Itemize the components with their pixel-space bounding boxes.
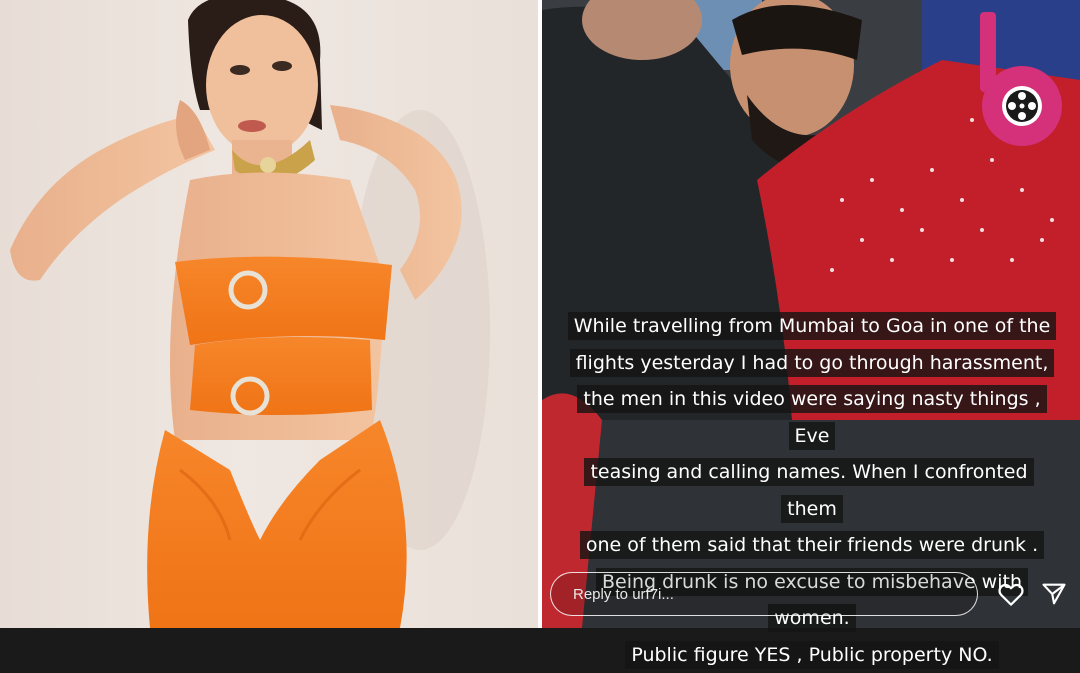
brand-logo-icon — [974, 10, 1066, 148]
caption-line: While travelling from Mumbai to Goa in o… — [567, 312, 1057, 340]
caption-line: teasing and calling names. When I confro… — [584, 458, 1034, 523]
left-photo — [0, 0, 538, 628]
reply-input[interactable]: Reply to urf7i... — [550, 572, 978, 616]
caption-line: the men in this video were saying nasty … — [577, 385, 1047, 450]
reply-placeholder: Reply to urf7i... — [573, 586, 674, 603]
caption-line: one of them said that their friends were… — [579, 531, 1045, 559]
story-caption: While travelling from Mumbai to Goa in o… — [562, 308, 1062, 673]
woman-in-orange-dress-photo — [10, 0, 490, 628]
caption-line: Public figure YES , Public property NO. — [625, 640, 999, 669]
caption-line: flights yesterday I had to go through ha… — [569, 348, 1055, 377]
send-icon[interactable] — [1040, 580, 1068, 608]
heart-icon[interactable] — [996, 579, 1026, 609]
